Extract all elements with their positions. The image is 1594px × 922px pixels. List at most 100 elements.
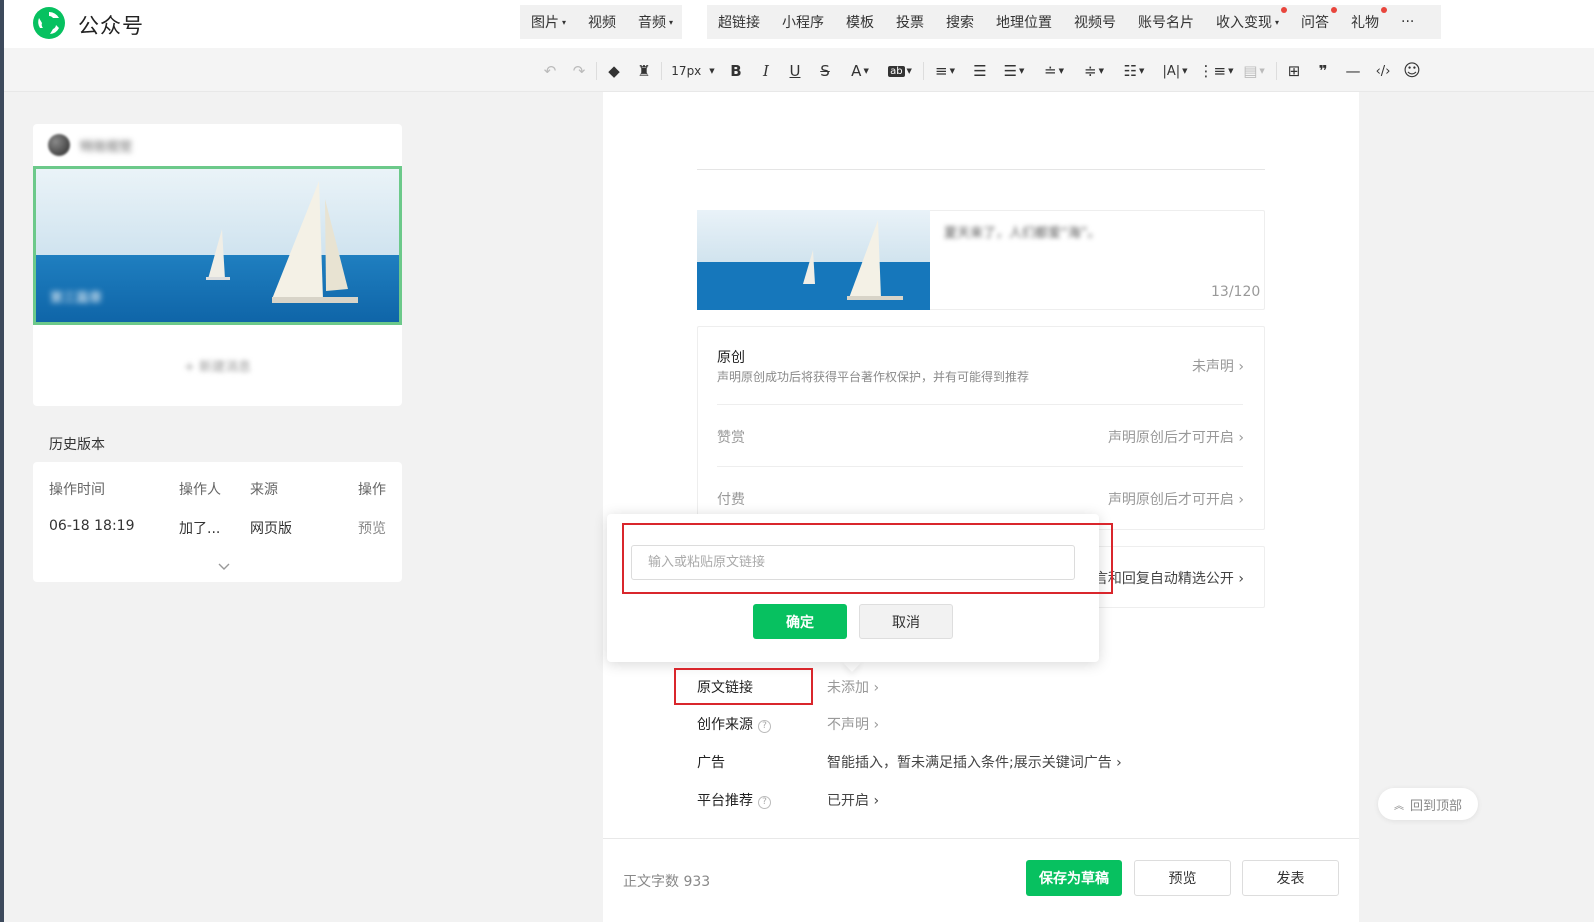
settings-divider [717, 404, 1243, 405]
justify-icon[interactable]: ☰ ▼ [999, 60, 1029, 82]
cancel-button[interactable]: 取消 [859, 604, 953, 639]
insert-media-nav: 图片 ▾ 视频 音频 ▾ [520, 5, 682, 39]
bold-icon[interactable]: B [726, 60, 746, 82]
digest-text[interactable]: 夏天来了，人们都爱“海”。 [944, 222, 1100, 241]
reward-status-link[interactable]: 声明原创后才可开启 › [1108, 427, 1244, 447]
nav-item-label: 地理位置 [996, 15, 1052, 31]
paid-title: 付费 [717, 492, 745, 508]
format-painter-icon[interactable]: ♜ [633, 60, 655, 82]
redo-icon[interactable]: ↷ [569, 60, 589, 82]
letter-spacing-icon[interactable]: |A| ▼ [1159, 60, 1191, 82]
platform-recommend-status[interactable]: 已开启 › [827, 790, 879, 810]
publish-button[interactable]: 发表 [1242, 860, 1339, 896]
nav-item-label: ··· [1401, 14, 1415, 30]
paragraph-spacing-top-icon[interactable]: ≐ ▼ [1039, 60, 1069, 82]
caret-down-icon: ▾ [562, 18, 567, 27]
back-to-top-button[interactable]: ︽ 回到顶部 [1378, 788, 1478, 820]
highlight-box-source-link [674, 668, 813, 705]
window-edge [0, 0, 4, 922]
nav-item[interactable]: 地理位置 [985, 12, 1063, 32]
history-row-time: 06-18 18:19 [49, 518, 135, 534]
cover-caption: 第三篇章 [50, 291, 103, 306]
creation-source-status[interactable]: 不声明 › [827, 714, 879, 734]
platform-recommend-label: 平台推荐 [697, 793, 753, 809]
nav-item[interactable]: 音频 ▾ [627, 12, 684, 32]
background-color-icon[interactable]: ab ▼ [884, 60, 916, 82]
back-to-top-label: 回到顶部 [1409, 798, 1462, 814]
notification-dot [1281, 7, 1288, 13]
clear-format-icon[interactable]: ◆ [603, 60, 625, 82]
code-icon[interactable]: ‹/› [1372, 60, 1394, 82]
chevron-down-icon[interactable] [217, 561, 231, 571]
caret-down-icon: ▾ [1275, 18, 1280, 27]
ads-label: 广告 [697, 755, 725, 771]
line-height-icon[interactable]: ☷ ▼ [1119, 60, 1149, 82]
nav-item[interactable]: 问答 [1290, 7, 1340, 32]
history-preview-link[interactable]: 预览 [358, 518, 386, 538]
creation-source-row: 创作来源? [697, 714, 771, 734]
original-title: 原创 [717, 350, 745, 366]
nav-item[interactable]: 模板 [835, 12, 885, 32]
word-count-value: 933 [683, 874, 711, 890]
indent-icon[interactable]: ☰ [969, 60, 991, 82]
reward-title: 赞赏 [717, 430, 745, 446]
brand-title: 公众号 [78, 14, 144, 38]
title-separator [697, 169, 1265, 170]
history-header-action: 操作 [358, 482, 386, 498]
nav-item[interactable]: 收入变现 ▾ [1205, 7, 1290, 32]
float-icon[interactable]: ▤ ▼ [1239, 60, 1269, 82]
quote-icon[interactable]: ❞ [1313, 60, 1333, 82]
font-color-icon[interactable]: A ▼ [845, 60, 875, 82]
nav-item[interactable]: 超链接 [707, 12, 771, 32]
divider-line-icon[interactable]: — [1343, 60, 1363, 82]
sailboat-thumbnail-image [697, 210, 930, 310]
help-icon[interactable]: ? [758, 720, 771, 733]
nav-item[interactable]: 搜索 [935, 12, 985, 32]
nav-item[interactable]: 账号名片 [1127, 12, 1205, 32]
help-icon[interactable]: ? [758, 796, 771, 809]
notification-dot [1381, 7, 1388, 13]
paid-status-link[interactable]: 声明原创后才可开启 › [1108, 489, 1244, 509]
nav-item-label: 图片 [531, 15, 559, 31]
paragraph-spacing-bottom-icon[interactable]: ≑ ▼ [1079, 60, 1109, 82]
article-cover-selected[interactable]: 第三篇章 [33, 166, 402, 325]
nav-item-label: 问答 [1301, 15, 1330, 31]
font-size-value: 17px [671, 64, 702, 78]
highlight-box-input [622, 523, 1113, 594]
nav-item[interactable]: 视频 [577, 12, 627, 32]
list-icon[interactable]: ⋮≡ ▼ [1199, 60, 1234, 82]
history-row-operator: 加了... [179, 521, 221, 537]
add-article-button[interactable]: + 新建消息 [34, 340, 401, 390]
underline-icon[interactable]: U [785, 60, 805, 82]
strikethrough-icon[interactable]: S [815, 60, 835, 82]
nav-item[interactable]: 图片 ▾ [520, 12, 577, 32]
digest-cover-image[interactable] [697, 210, 930, 310]
nav-item[interactable]: 视频号 [1063, 12, 1127, 32]
undo-icon[interactable]: ↶ [540, 60, 560, 82]
ads-status[interactable]: 智能插入，暂未满足插入条件;展示关键词广告 › [827, 752, 1122, 772]
nav-item[interactable]: 投票 [885, 12, 935, 32]
chevron-up-icon: ︽ [1393, 800, 1404, 812]
confirm-button[interactable]: 确定 [753, 604, 847, 639]
toolbar-divider [1276, 62, 1277, 80]
nav-item[interactable]: 礼物 [1340, 7, 1390, 32]
source-link-status[interactable]: 未添加 › [827, 677, 879, 697]
word-count: 正文字数 933 [623, 871, 710, 891]
align-icon[interactable]: ≡ ▼ [930, 60, 960, 82]
comments-status-link[interactable]: 言和回复自动精选公开 › [1094, 568, 1244, 588]
nav-item-label: 视频号 [1074, 15, 1116, 31]
nav-item-label: 小程序 [782, 15, 824, 31]
font-size-select[interactable]: 17px ▼ [668, 60, 718, 82]
toolbar-divider [596, 62, 597, 80]
word-count-label: 正文字数 [623, 874, 679, 890]
emoji-icon[interactable]: ☺ [1402, 60, 1422, 82]
nav-item[interactable]: 小程序 [771, 12, 835, 32]
save-draft-button[interactable]: 保存为草稿 [1026, 860, 1122, 896]
italic-icon[interactable]: I [756, 60, 776, 82]
preview-button[interactable]: 预览 [1134, 860, 1231, 896]
toolbar-divider [661, 62, 662, 80]
toolbar-divider [923, 62, 924, 80]
nav-item[interactable]: ··· [1390, 14, 1425, 30]
table-icon[interactable]: ⊞ [1284, 60, 1304, 82]
original-status-link[interactable]: 未声明 › [1192, 356, 1244, 376]
